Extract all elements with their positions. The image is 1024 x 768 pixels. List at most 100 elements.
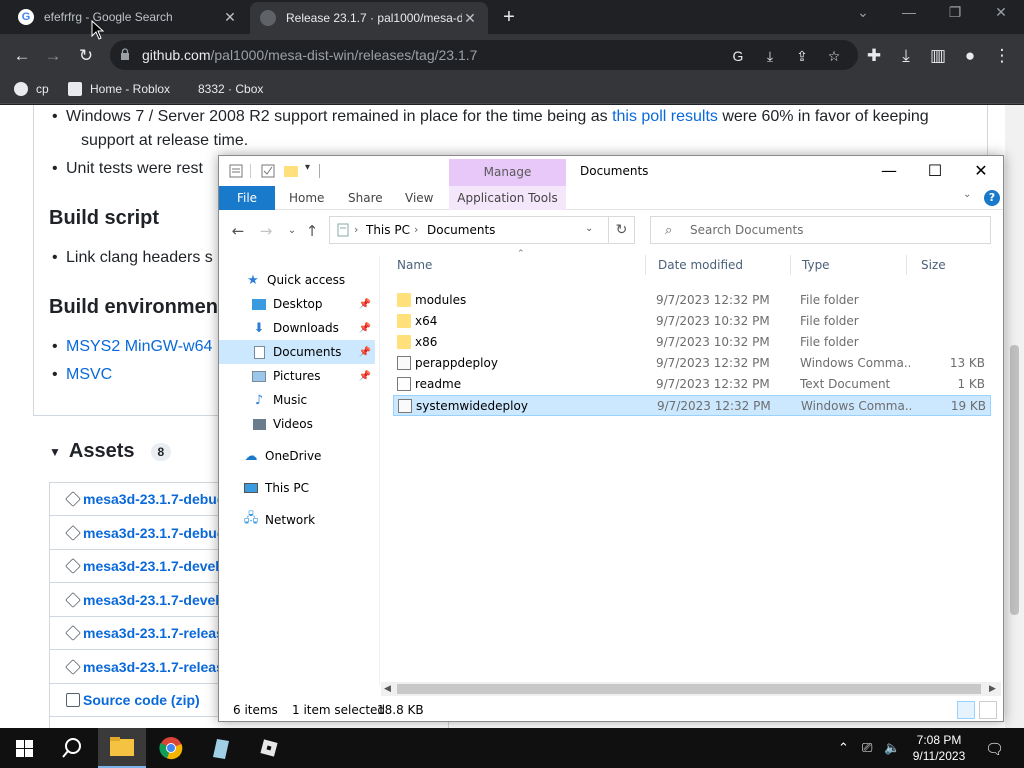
breadcrumb-this-pc[interactable]: This PC <box>366 223 410 237</box>
search-input[interactable]: ⌕ Search Documents <box>650 216 991 244</box>
close-window-icon[interactable]: ✕ <box>986 4 1016 21</box>
tab-close-icon[interactable]: ✕ <box>462 10 478 27</box>
scroll-left-icon[interactable]: ◀ <box>384 682 391 696</box>
nav-downloads[interactable]: ⬇ Downloads 📌 <box>251 316 375 340</box>
restore-icon[interactable]: ❐ <box>940 4 970 21</box>
details-view-icon[interactable] <box>957 701 975 719</box>
large-icons-view-icon[interactable] <box>979 701 997 719</box>
file-row[interactable]: readme 9/7/2023 12:32 PM Text Document 1… <box>393 374 991 395</box>
refresh-icon[interactable]: ↻ <box>609 216 635 244</box>
tab-view[interactable]: View <box>405 186 433 210</box>
mouse-cursor-icon <box>91 20 105 40</box>
minimize-icon[interactable]: — <box>866 159 912 183</box>
help-icon[interactable]: ? <box>984 190 1000 206</box>
column-header-size[interactable]: Size <box>909 253 989 277</box>
reload-icon[interactable]: ↻ <box>73 43 99 69</box>
forward-icon[interactable]: → <box>255 220 277 242</box>
file-row[interactable]: x64 9/7/2023 10:32 PM File folder <box>393 311 991 332</box>
tab-search-chevron-icon[interactable]: ⌄ <box>848 4 878 21</box>
column-header-date[interactable]: Date modified <box>646 253 790 277</box>
tab-share[interactable]: Share <box>348 186 383 210</box>
back-icon[interactable]: ← <box>9 43 35 69</box>
address-bar[interactable]: github.com/pal1000/mesa-dist-win/release… <box>110 40 858 70</box>
clock-date: 9/11/2023 <box>912 749 966 763</box>
column-header-name[interactable]: Name <box>385 253 645 277</box>
close-icon[interactable]: ✕ <box>958 159 1004 183</box>
scrollbar-thumb[interactable] <box>397 684 981 694</box>
nav-documents[interactable]: Documents 📌 <box>219 340 375 364</box>
expand-ribbon-chevron-icon[interactable]: ⌄ <box>963 189 971 200</box>
pane-splitter[interactable] <box>379 256 380 686</box>
install-app-icon[interactable]: ⤓ <box>760 46 780 66</box>
scrollbar-thumb[interactable] <box>1010 345 1019 615</box>
profile-avatar-icon[interactable]: ● <box>957 43 983 69</box>
nav-pictures[interactable]: Pictures 📌 <box>251 364 375 388</box>
taskbar-file-explorer[interactable] <box>98 728 146 768</box>
file-list: ⌃ Name Date modified Type Size modules 9… <box>385 249 999 681</box>
address-bar[interactable]: › This PC › Documents ⌄ <box>329 216 609 244</box>
nav-videos[interactable]: Videos <box>251 412 407 436</box>
page-scrollbar[interactable] <box>1005 105 1024 728</box>
up-icon[interactable]: ↑ <box>301 220 323 242</box>
roblox-icon <box>68 82 82 96</box>
msys2-link[interactable]: MSYS2 MinGW-w64 <box>66 338 212 355</box>
windows-taskbar: ⌃ ⎚ 🔈 7:08 PM 9/11/2023 🗨 <box>0 728 1024 768</box>
selection-size: 18.8 KB <box>377 703 424 717</box>
extensions-icon[interactable]: ✚ <box>861 43 887 69</box>
address-dropdown-icon[interactable]: ⌄ <box>585 223 593 234</box>
nav-network[interactable]: 🖧 Network <box>243 508 399 532</box>
new-tab-button[interactable]: + <box>498 4 520 30</box>
tab-github-release[interactable]: Release 23.1.7 · pal1000/mesa-dis ✕ <box>250 2 488 34</box>
msvc-link[interactable]: MSVC <box>66 366 112 383</box>
recent-locations-chevron-icon[interactable]: ⌄ <box>281 220 303 242</box>
start-button[interactable] <box>0 728 48 768</box>
nav-music[interactable]: ♪ Music <box>251 388 407 412</box>
share-icon[interactable]: ⇪ <box>792 46 812 66</box>
nav-desktop[interactable]: Desktop 📌 <box>251 292 375 316</box>
tab-google-search[interactable]: G efefrfrg - Google Search ✕ <box>8 0 248 34</box>
tab-close-icon[interactable]: ✕ <box>222 9 238 26</box>
checkbox-icon[interactable] <box>261 164 275 178</box>
bookmark-star-icon[interactable]: ☆ <box>824 46 844 66</box>
breadcrumb-documents[interactable]: Documents <box>427 223 495 237</box>
poll-results-link[interactable]: this poll results <box>612 108 718 125</box>
menu-kebab-icon[interactable]: ⋮ <box>989 43 1015 69</box>
qat-dropdown-icon[interactable]: ▾ <box>305 162 310 173</box>
google-lens-icon[interactable]: G <box>728 46 748 66</box>
file-explorer-window: ▾ Manage Documents — ☐ ✕ File Home Share… <box>218 155 1004 722</box>
nav-this-pc[interactable]: This PC <box>243 476 399 500</box>
properties-icon[interactable] <box>229 164 243 178</box>
scroll-right-icon[interactable]: ▶ <box>989 682 996 696</box>
column-header-type[interactable]: Type <box>790 253 906 277</box>
minimize-icon[interactable]: — <box>894 4 924 20</box>
forward-icon[interactable]: → <box>40 43 66 69</box>
tab-home[interactable]: Home <box>289 186 324 210</box>
search-button[interactable] <box>48 728 96 768</box>
show-hidden-icons-chevron-icon[interactable]: ⌃ <box>838 740 849 756</box>
nav-onedrive[interactable]: ☁ OneDrive <box>243 444 399 468</box>
new-folder-icon[interactable] <box>284 164 298 178</box>
back-icon[interactable]: ← <box>227 220 249 242</box>
file-row[interactable]: perappdeploy 9/7/2023 12:32 PM Windows C… <box>393 353 991 374</box>
maximize-icon[interactable]: ☐ <box>912 159 958 183</box>
taskbar-app[interactable] <box>196 728 244 768</box>
bookmark-cp[interactable]: cp <box>14 82 49 96</box>
file-row[interactable]: modules 9/7/2023 12:32 PM File folder <box>393 290 991 311</box>
side-panel-icon[interactable]: ▥ <box>925 43 951 69</box>
assets-toggle[interactable]: ▼ Assets 8 <box>49 440 172 463</box>
downloads-icon[interactable]: ⤓ <box>893 43 919 69</box>
horizontal-scrollbar[interactable]: ◀ ▶ <box>381 682 1001 696</box>
tab-file[interactable]: File <box>219 186 275 210</box>
tab-application-tools[interactable]: Application Tools <box>449 186 566 210</box>
network-status-icon[interactable]: ⎚ <box>862 740 872 756</box>
file-row-selected[interactable]: systemwidedeploy 9/7/2023 12:32 PM Windo… <box>393 395 991 416</box>
bookmark-roblox[interactable]: Home - Roblox <box>68 82 170 96</box>
nav-quick-access[interactable]: ★ Quick access <box>245 268 401 292</box>
volume-muted-icon[interactable]: 🔈 <box>884 740 900 756</box>
taskbar-roblox[interactable] <box>245 728 293 768</box>
bookmark-cbox[interactable]: 8332 · Cbox <box>190 82 263 96</box>
notifications-icon[interactable]: 🗨 <box>985 740 1004 758</box>
system-clock[interactable]: 7:08 PM 9/11/2023 <box>904 732 974 764</box>
file-row[interactable]: x86 9/7/2023 10:32 PM File folder <box>393 332 991 353</box>
taskbar-chrome[interactable] <box>147 728 195 768</box>
